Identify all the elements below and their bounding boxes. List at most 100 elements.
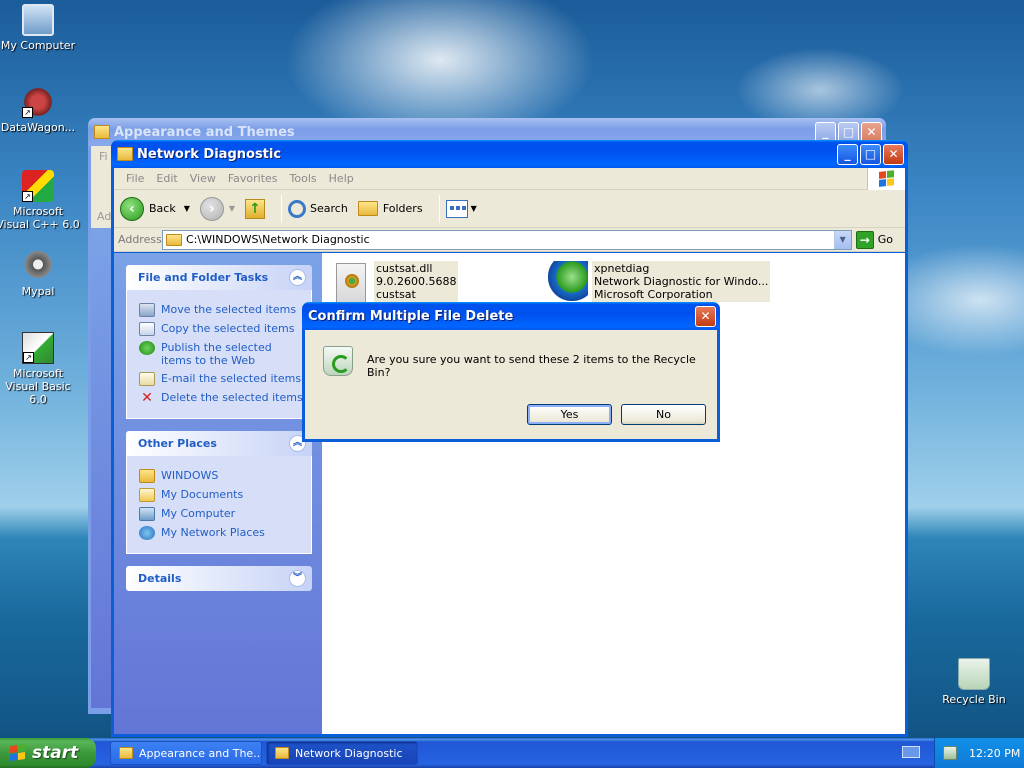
visual-basic-icon: ↗: [22, 332, 54, 364]
desktop-icon-label: Microsoft Visual C++ 6.0: [0, 205, 80, 231]
desktop-icon-datawagon[interactable]: ↗ DataWagon...: [0, 86, 80, 134]
other-places-panel: Other Places ︽ WINDOWS My Documents My C…: [126, 431, 312, 554]
file-item-custsat[interactable]: custsat.dll 9.0.2600.5688 custsat: [332, 261, 459, 303]
minimize-button[interactable]: _: [837, 143, 858, 165]
dialog-titlebar[interactable]: Confirm Multiple File Delete ✕: [302, 302, 720, 330]
menu-favorites[interactable]: Favorites: [222, 172, 284, 185]
maximize-button[interactable]: □: [860, 143, 881, 165]
windows-logo: [867, 168, 905, 190]
folder-icon: [94, 125, 110, 139]
clock[interactable]: 12:20 PM: [969, 747, 1020, 760]
file-name: custsat.dll: [376, 262, 433, 275]
keyboard-icon[interactable]: [902, 746, 920, 758]
desktop-icon-mypal[interactable]: Mypal: [0, 250, 80, 298]
task-label: Network Diagnostic: [295, 746, 403, 760]
dialog-body: Are you sure you want to send these 2 it…: [305, 330, 717, 439]
close-button[interactable]: ✕: [695, 305, 716, 327]
forward-button[interactable]: › ▼: [199, 196, 235, 221]
windows-flag-icon: [10, 743, 26, 763]
task-label: Copy the selected items: [161, 322, 295, 335]
panel-header[interactable]: Details ︾: [126, 566, 312, 591]
folders-icon: [357, 201, 378, 216]
file-item-xpnetdiag[interactable]: xpnetdiag Network Diagnostic for Windo..…: [548, 261, 771, 302]
globe-network-icon: [548, 261, 588, 301]
up-folder-icon: ↑: [245, 198, 266, 219]
expand-chevron-icon[interactable]: ︾: [289, 570, 306, 587]
desktop-icon-visual-basic[interactable]: ↗ Microsoft Visual Basic 6.0: [0, 332, 80, 406]
publish-web-icon: [139, 341, 155, 355]
menu-file[interactable]: File: [120, 172, 150, 185]
recycle-bin-icon: [323, 346, 353, 376]
toolbar-separator: [281, 194, 283, 223]
desktop-icon-recycle-bin[interactable]: Recycle Bin: [932, 658, 1016, 706]
move-icon: [139, 303, 155, 317]
views-button[interactable]: ▼: [445, 199, 477, 218]
place-network[interactable]: My Network Places: [139, 526, 305, 540]
desktop-icon-my-computer[interactable]: My Computer: [0, 4, 80, 52]
dropdown-arrow-icon: ▼: [470, 204, 477, 213]
panel-title: File and Folder Tasks: [138, 271, 269, 284]
up-folder-button[interactable]: ↑: [245, 198, 266, 219]
folders-button[interactable]: Folders: [357, 201, 423, 216]
confirm-delete-dialog[interactable]: Confirm Multiple File Delete ✕ Are you s…: [302, 302, 720, 442]
task-copy[interactable]: Copy the selected items: [139, 322, 305, 336]
taskbar-item-network-diagnostic[interactable]: Network Diagnostic: [266, 741, 418, 765]
menu-view[interactable]: View: [184, 172, 222, 185]
place-label: My Computer: [161, 507, 236, 520]
file-folder-tasks-panel: File and Folder Tasks ︽ Move the selecte…: [126, 265, 312, 419]
menu-tools[interactable]: Tools: [284, 172, 323, 185]
window-title: Appearance and Themes: [114, 124, 295, 140]
panel-body: Move the selected items Copy the selecte…: [126, 290, 312, 419]
recycle-tray-icon[interactable]: [943, 746, 957, 760]
task-move[interactable]: Move the selected items: [139, 303, 305, 317]
file-description: Network Diagnostic for Windo...: [594, 275, 769, 288]
back-label: Back: [149, 202, 176, 215]
folders-label: Folders: [382, 202, 423, 215]
file-company: Microsoft Corporation: [594, 288, 713, 301]
search-icon: [288, 199, 307, 218]
panel-header[interactable]: Other Places ︽: [126, 431, 312, 456]
dialog-message: Are you sure you want to send these 2 it…: [367, 353, 696, 379]
task-email[interactable]: E-mail the selected items: [139, 372, 305, 386]
panel-title: Other Places: [138, 437, 217, 450]
toolbar-separator: [438, 194, 440, 223]
address-dropdown-button[interactable]: ▼: [833, 230, 851, 249]
collapse-chevron-icon[interactable]: ︽: [289, 269, 306, 286]
place-my-computer[interactable]: My Computer: [139, 507, 305, 521]
file-text: custsat.dll 9.0.2600.5688 custsat: [374, 261, 459, 303]
file-name: xpnetdiag: [594, 262, 650, 275]
file-description: custsat: [376, 288, 416, 301]
go-button[interactable]: → Go: [855, 230, 901, 249]
visual-cpp-icon: ↗: [22, 170, 54, 202]
go-arrow-icon: →: [855, 230, 874, 249]
views-icon: [445, 199, 468, 218]
menubar: File Edit View Favorites Tools Help: [114, 168, 905, 190]
task-publish[interactable]: Publish the selected items to the Web: [139, 341, 305, 367]
start-button[interactable]: start: [0, 738, 96, 768]
address-input[interactable]: C:\WINDOWS\Network Diagnostic ▼: [162, 229, 852, 250]
search-button[interactable]: Search: [288, 199, 348, 218]
no-button[interactable]: No: [621, 404, 706, 425]
yes-button[interactable]: Yes: [527, 404, 612, 425]
copy-icon: [139, 322, 155, 336]
task-delete[interactable]: ✕ Delete the selected items: [139, 391, 305, 405]
place-label: My Network Places: [161, 526, 265, 539]
place-windows[interactable]: WINDOWS: [139, 469, 305, 483]
close-button[interactable]: ✕: [883, 143, 904, 165]
computer-icon: [139, 507, 155, 521]
panel-header[interactable]: File and Folder Tasks ︽: [126, 265, 312, 290]
folder-icon: [117, 147, 133, 161]
window-titlebar[interactable]: Network Diagnostic _ □ ✕: [111, 140, 908, 168]
back-button[interactable]: ‹ Back ▼: [120, 196, 190, 221]
forward-arrow-icon: ›: [199, 196, 224, 221]
desktop-icon-visual-cpp[interactable]: ↗ Microsoft Visual C++ 6.0: [0, 170, 80, 231]
menu-edit[interactable]: Edit: [150, 172, 183, 185]
network-places-icon: [139, 526, 155, 540]
address-value: C:\WINDOWS\Network Diagnostic: [186, 233, 370, 246]
taskbar-item-appearance[interactable]: Appearance and The...: [110, 741, 262, 765]
dropdown-arrow-icon[interactable]: ▼: [184, 204, 190, 213]
computer-icon: [22, 4, 54, 36]
desktop-icon-label: Microsoft Visual Basic 6.0: [5, 367, 71, 406]
menu-help[interactable]: Help: [323, 172, 360, 185]
place-my-documents[interactable]: My Documents: [139, 488, 305, 502]
